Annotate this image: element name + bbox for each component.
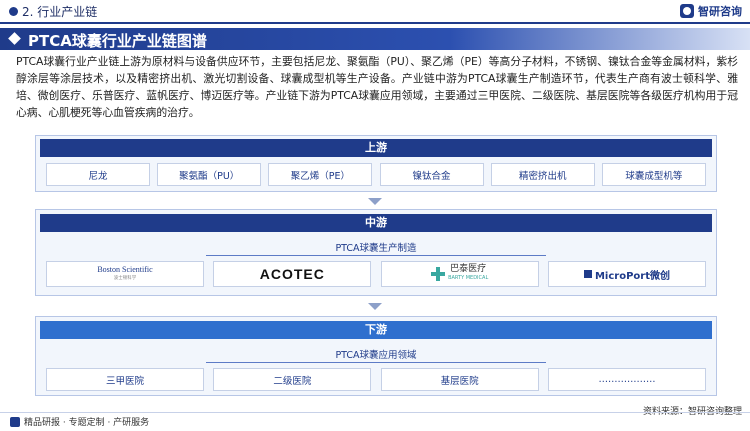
boston-scientific-name: Boston Scientific: [97, 265, 153, 274]
bullet-dot-icon: [9, 7, 18, 16]
footer-tagline: 精品研报 · 专题定制 · 产研服务: [10, 415, 149, 428]
source-note: 资料来源：智研咨询整理: [642, 407, 742, 417]
logo-microport: MicroPort微创: [547, 261, 706, 287]
downstream-item: 基层医院: [380, 368, 539, 391]
downstream-subtitle: PTCA球囊应用领域: [335, 350, 417, 361]
brand-name: 智研咨询: [698, 5, 742, 18]
diamond-icon: [8, 32, 21, 45]
barty-name: 巴泰医疗: [450, 264, 487, 274]
header-divider: [0, 22, 750, 24]
midstream-logos: Boston Scientific 波士顿科学 ACOTEC 巴泰医疗 BART…: [46, 261, 706, 287]
downstream-item: ………………: [547, 368, 706, 391]
downstream-item: 二级医院: [213, 368, 372, 391]
upstream-item: 精密挤出机: [490, 163, 595, 186]
downstream-items: 三甲医院 二级医院 基层医院 ………………: [46, 368, 706, 391]
upstream-items: 尼龙 聚氨酯（PU） 聚乙烯（PE） 镍钛合金 精密挤出机 球囊成型机等: [46, 163, 706, 186]
brand: 智研咨询: [680, 3, 742, 19]
upstream-item: 球囊成型机等: [601, 163, 706, 186]
midstream-banner: 中游: [40, 214, 712, 232]
footer-divider: [0, 412, 750, 413]
downstream-panel: 下游 PTCA球囊应用领域 三甲医院 二级医院 基层医院 ………………: [35, 316, 717, 396]
barty-sub: BARTY MEDICAL: [448, 275, 489, 281]
medical-cross-icon: [431, 267, 446, 281]
midstream-subtitle: PTCA球囊生产制造: [335, 243, 417, 254]
footer-logo-icon: [10, 416, 20, 427]
section-label: 2. 行业产业链: [22, 5, 98, 19]
brand-logo-icon: [680, 4, 694, 18]
microport-mark-icon: [583, 270, 592, 278]
logo-acotec: ACOTEC: [213, 261, 372, 287]
page-title: PTCA球囊行业产业链图谱: [28, 32, 207, 50]
downstream-banner: 下游: [40, 321, 712, 339]
logo-boston-scientific: Boston Scientific 波士顿科学: [46, 261, 204, 287]
upstream-banner: 上游: [40, 139, 712, 157]
upstream-item: 聚氨酯（PU）: [157, 163, 262, 186]
upstream-item: 尼龙: [46, 163, 150, 186]
intro-paragraph: PTCA球囊行业产业链上游为原材料与设备供应环节，主要包括尼龙、聚氨酯（PU）、…: [16, 55, 738, 119]
acotec-name: ACOTEC: [259, 266, 325, 282]
upstream-item: 聚乙烯（PE）: [268, 163, 373, 186]
boston-scientific-sub: 波士顿科学: [113, 275, 137, 280]
arrow-down-icon: [368, 303, 382, 310]
microport-name: MicroPort微创: [594, 270, 670, 282]
logo-barty-medical: 巴泰医疗 BARTY MEDICAL: [380, 261, 539, 287]
title-bar: PTCA球囊行业产业链图谱: [0, 28, 750, 50]
footer-text: 精品研报 · 专题定制 · 产研服务: [24, 418, 150, 428]
midstream-panel: 中游 PTCA球囊生产制造 Boston Scientific 波士顿科学 AC…: [35, 209, 717, 296]
arrow-down-icon: [368, 198, 382, 205]
upstream-panel: 上游 尼龙 聚氨酯（PU） 聚乙烯（PE） 镍钛合金 精密挤出机 球囊成型机等: [35, 135, 717, 192]
upstream-item: 镍钛合金: [379, 163, 484, 186]
downstream-item: 三甲医院: [46, 368, 204, 391]
midstream-divider: [206, 255, 546, 256]
downstream-divider: [206, 362, 546, 363]
top-bar: 2. 行业产业链 智研咨询: [0, 0, 750, 22]
